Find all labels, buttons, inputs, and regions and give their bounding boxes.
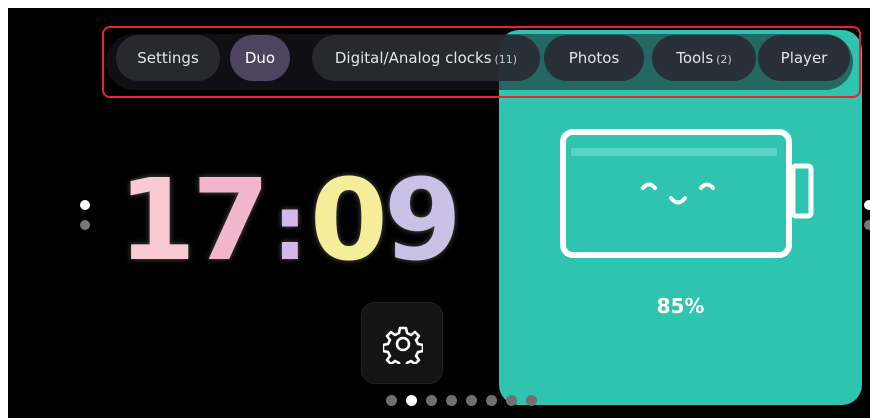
clock-hour-ones: 7 bbox=[191, 156, 270, 286]
right-side-dot-top bbox=[864, 200, 870, 210]
digital-clock[interactable]: 17:09 bbox=[118, 156, 462, 286]
tab-player[interactable]: Player bbox=[758, 35, 850, 81]
battery-icon bbox=[560, 129, 814, 258]
battery-percentage: 85% bbox=[656, 294, 705, 318]
tab-label: Settings bbox=[137, 49, 199, 67]
settings-button[interactable] bbox=[361, 302, 443, 384]
page-dot[interactable] bbox=[506, 395, 517, 406]
clock-separator: : bbox=[271, 176, 308, 281]
clock-minute-tens: 0 bbox=[309, 156, 388, 286]
category-chip-bar: Settings Duo Digital/Analog clocks (11) P… bbox=[102, 26, 861, 98]
tab-label: Digital/Analog clocks bbox=[334, 49, 492, 67]
tab-label: Player bbox=[780, 49, 828, 67]
tab-label: Duo bbox=[244, 49, 276, 67]
tab-digital-analog-clocks[interactable]: Digital/Analog clocks (11) bbox=[312, 35, 540, 81]
clock-minute-ones: 9 bbox=[383, 156, 462, 286]
clock-hour-tens: 1 bbox=[118, 156, 196, 286]
page-dot[interactable] bbox=[406, 395, 417, 406]
screen: 17:09 85% Settings Duo Digital/Analog cl… bbox=[8, 8, 870, 418]
page-dot[interactable] bbox=[466, 395, 477, 406]
tab-count: (2) bbox=[716, 53, 732, 66]
tab-label: Photos bbox=[568, 49, 620, 67]
tab-count: (11) bbox=[494, 53, 518, 66]
tab-duo[interactable]: Duo bbox=[230, 35, 290, 81]
tab-photos[interactable]: Photos bbox=[544, 35, 644, 81]
page-dot[interactable] bbox=[426, 395, 437, 406]
page-dot[interactable] bbox=[386, 395, 397, 406]
tab-settings[interactable]: Settings bbox=[116, 35, 220, 81]
page-dot[interactable] bbox=[526, 395, 537, 406]
page-dot[interactable] bbox=[446, 395, 457, 406]
gear-icon bbox=[383, 326, 423, 364]
tab-label: Tools bbox=[676, 49, 714, 67]
page-dot[interactable] bbox=[486, 395, 497, 406]
side-dot-bottom bbox=[80, 220, 90, 230]
tab-tools[interactable]: Tools (2) bbox=[652, 35, 756, 81]
right-side-dot-bottom bbox=[864, 220, 870, 230]
side-dot-top bbox=[80, 200, 90, 210]
